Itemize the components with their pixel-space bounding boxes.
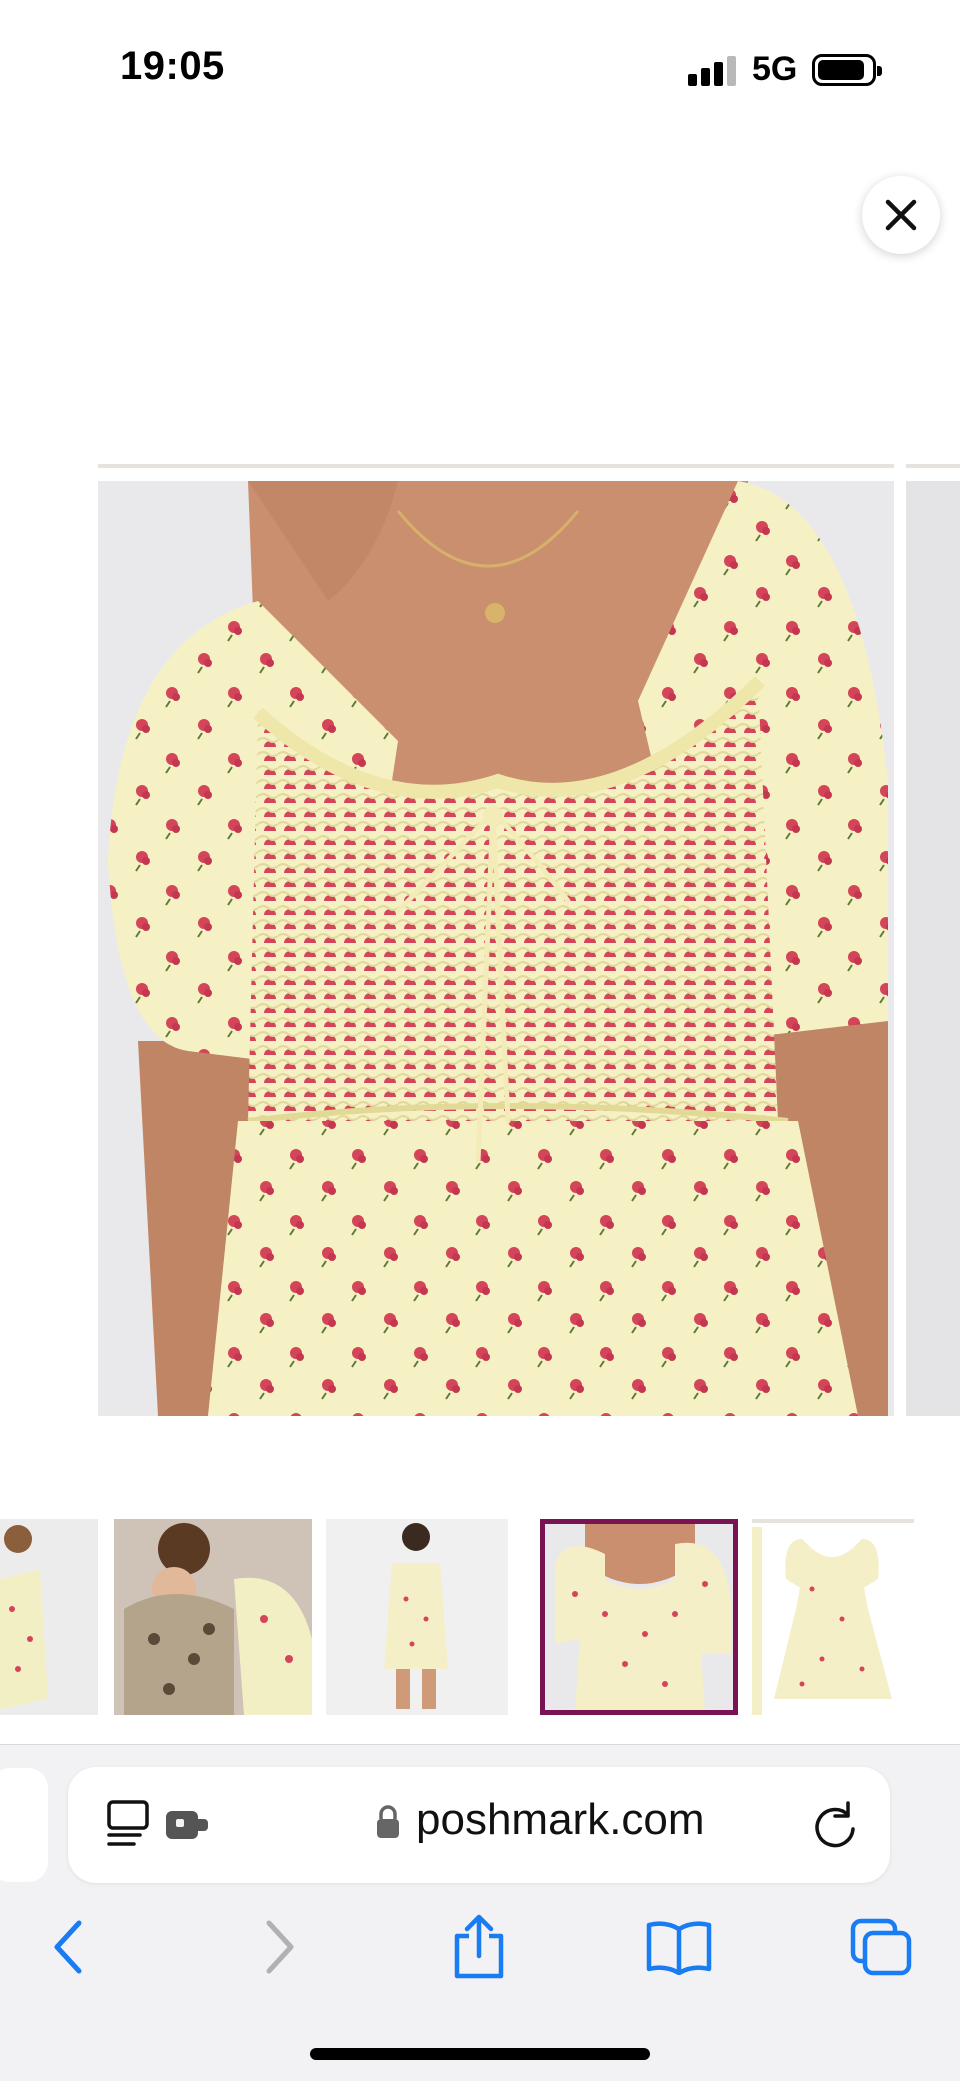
address-bar[interactable]: poshmark.com [68, 1767, 890, 1883]
tabs-button[interactable] [846, 1912, 916, 1982]
lock-icon [377, 1805, 399, 1838]
bookmarks-button[interactable] [644, 1912, 714, 1982]
bookmarks-book-icon [646, 1921, 712, 1975]
share-button[interactable] [444, 1912, 514, 1982]
thumbnail-1[interactable] [0, 1519, 98, 1715]
previous-tab-card[interactable] [0, 1768, 48, 1882]
main-product-image[interactable] [98, 481, 894, 1416]
network-label: 5G [752, 50, 798, 88]
close-icon [885, 199, 917, 231]
tabs-icon [850, 1918, 912, 1976]
forward-button[interactable] [244, 1912, 314, 1982]
share-icon [454, 1914, 504, 1979]
image-top-strip-next [906, 464, 960, 468]
signal-bars-icon [688, 54, 738, 86]
thumbnail-3[interactable] [326, 1519, 508, 1715]
reader-mode-icon[interactable] [106, 1799, 156, 1849]
thumbnail-2[interactable] [114, 1519, 312, 1715]
back-button[interactable] [34, 1912, 104, 1982]
home-indicator[interactable] [310, 2048, 650, 2060]
back-chevron-icon [54, 1920, 82, 1974]
close-button[interactable] [862, 176, 940, 254]
dress-illustration [98, 481, 894, 1416]
next-product-image-peek[interactable] [906, 481, 960, 1416]
extension-icon[interactable] [164, 1807, 212, 1843]
image-top-strip [98, 464, 894, 468]
thumbnail-5[interactable] [752, 1519, 914, 1715]
thumbnail-4-selected[interactable] [540, 1519, 738, 1715]
status-time: 19:05 [120, 44, 225, 88]
reload-icon[interactable] [810, 1799, 860, 1851]
battery-icon [812, 54, 882, 86]
url-text[interactable]: poshmark.com [416, 1795, 705, 1845]
forward-chevron-icon [266, 1920, 294, 1974]
status-bar: 19:05 5G [0, 0, 960, 140]
